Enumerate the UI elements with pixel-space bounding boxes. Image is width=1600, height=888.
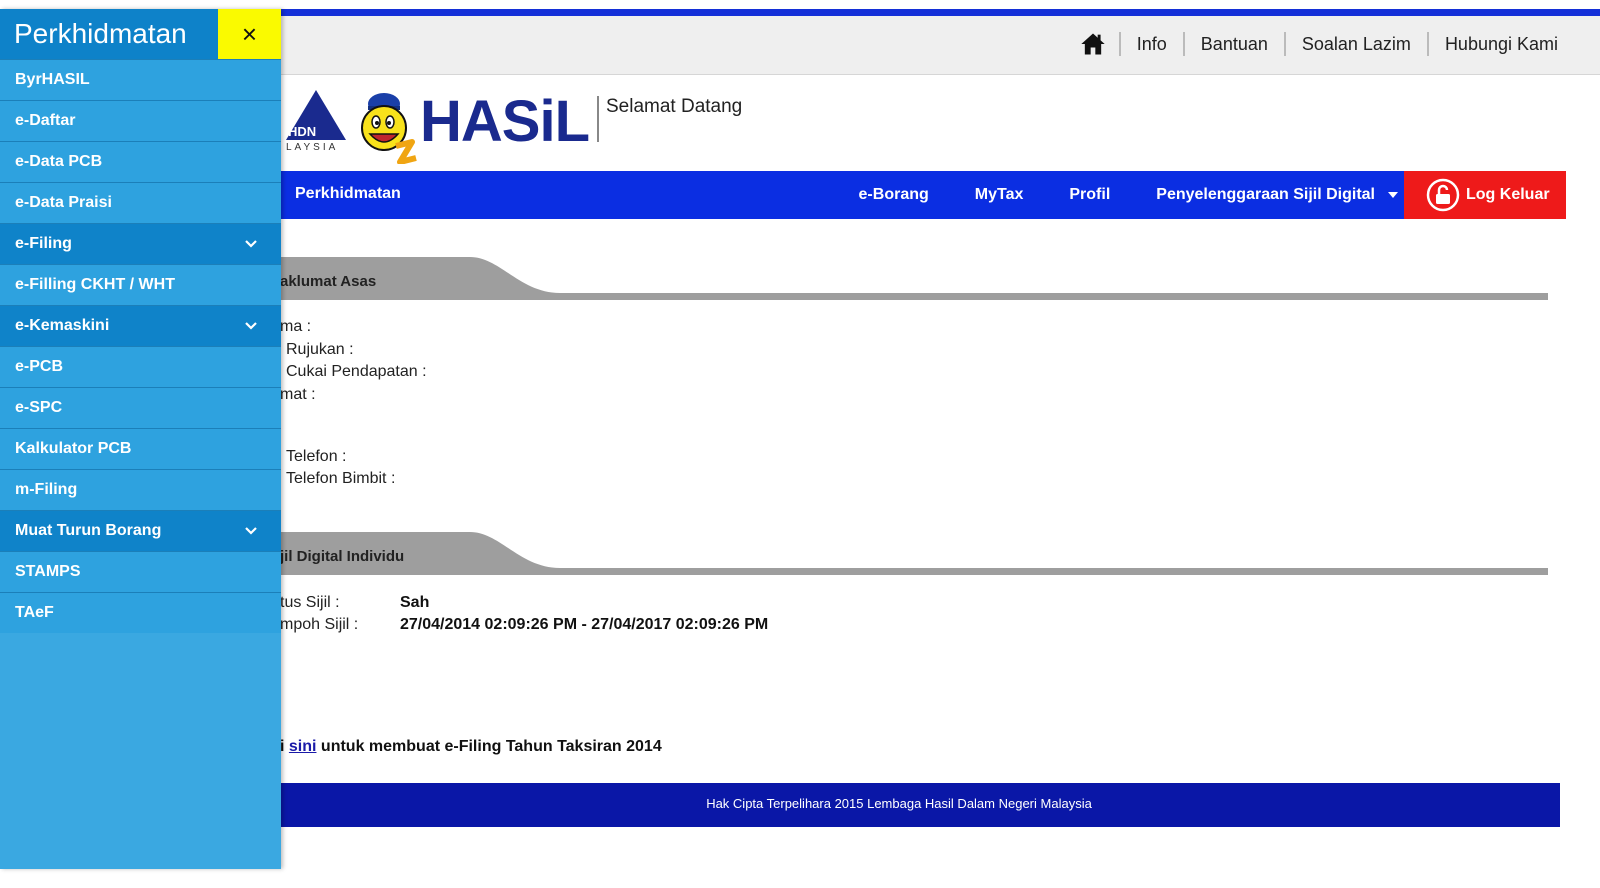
brand-divider <box>597 96 599 142</box>
nav-perkhidmatan[interactable]: Perkhidmatan <box>295 185 401 203</box>
efiling-note: i sini untuk membuat e-Filing Tahun Taks… <box>280 738 662 756</box>
section-title-sijil-digital: jil Digital Individu <box>280 548 405 565</box>
sidebar-item-byrhasil[interactable]: ByrHASIL <box>0 59 281 100</box>
sidebar-item-stamps[interactable]: STAMPS <box>0 551 281 592</box>
field-label-cukai-pendapatan: Cukai Pendapatan : <box>286 363 427 380</box>
chevron-down-icon <box>245 527 257 535</box>
hdn-logo-text: HDN <box>288 124 317 139</box>
field-label-telefon-bimbit: Telefon Bimbit : <box>286 470 396 487</box>
sidebar-item-kalkulator-pcb[interactable]: Kalkulator PCB <box>0 428 281 469</box>
note-link-sini[interactable]: sini <box>289 738 317 755</box>
sidebar-item-label: STAMPS <box>15 563 81 580</box>
sidebar-item-e-filling-ckht-wht[interactable]: e-Filling CKHT / WHT <box>0 264 281 305</box>
sidebar-item-e-filing[interactable]: e-Filing <box>0 223 281 264</box>
sidebar-item-e-pcb[interactable]: e-PCB <box>0 346 281 387</box>
nav-items: e-Borang MyTax Profil Penyelenggaraan Si… <box>813 171 1398 219</box>
close-icon: × <box>241 19 258 49</box>
field-value-status-sijil: Sah <box>400 594 430 611</box>
brand-area: HDN LAYSIA HASiL Selamat Datang <box>286 80 886 170</box>
field-label-alamat: mat : <box>280 386 316 403</box>
top-link-bantuan[interactable]: Bantuan <box>1182 32 1284 56</box>
sidebar-item-muat-turun-borang[interactable]: Muat Turun Borang <box>0 510 281 551</box>
sidebar-item-label: e-SPC <box>15 399 63 416</box>
sidebar-close-button[interactable]: × <box>218 9 281 59</box>
top-link-soalan-lazim[interactable]: Soalan Lazim <box>1283 32 1427 56</box>
top-link-info[interactable]: Info <box>1118 32 1183 56</box>
sidebar-item-e-kemaskini[interactable]: e-Kemaskini <box>0 305 281 346</box>
sidebar-item-m-filing[interactable]: m-Filing <box>0 469 281 510</box>
sidebar-item-label: ByrHASIL <box>15 71 90 88</box>
field-label-rujukan: Rujukan : <box>286 341 354 358</box>
sidebar-item-label: e-PCB <box>15 358 64 375</box>
laysia-logo-text: LAYSIA <box>286 142 339 153</box>
sidebar-title: Perkhidmatan <box>14 18 187 49</box>
sidebar-item-taef[interactable]: TAeF <box>0 592 281 633</box>
home-icon[interactable] <box>1079 30 1107 58</box>
sidebar-header: Perkhidmatan × <box>0 9 281 59</box>
welcome-text: Selamat Datang <box>606 96 743 117</box>
sidebar-menu: ByrHASIL e-Daftar e-Data PCB e-Data Praisi e… <box>0 59 281 633</box>
sidebar-item-label: e-Kemaskini <box>15 317 110 334</box>
nav-profil[interactable]: Profil <box>1069 186 1110 204</box>
sidebar-item-label: e-Daftar <box>15 112 76 129</box>
field-value-tempoh-sijil: 27/04/2014 02:09:26 PM - 27/04/2017 02:0… <box>400 616 769 633</box>
top-link-hubungi-kami[interactable]: Hubungi Kami <box>1426 32 1574 56</box>
sidebar-item-label: Muat Turun Borang <box>15 522 162 539</box>
note-suffix: untuk membuat e-Filing Tahun Taksiran 20… <box>320 738 662 755</box>
sidebar-item-label: TAeF <box>15 604 54 621</box>
lhdn-logo: HDN LAYSIA <box>286 84 346 160</box>
nav-e-borang[interactable]: e-Borang <box>859 186 929 204</box>
caret-down-icon <box>1388 192 1398 198</box>
ezhasil-mascot-icon <box>361 93 417 164</box>
field-label-nama: ma : <box>280 318 312 335</box>
top-links: Info Bantuan Soalan Lazim Hubungi Kami <box>1079 30 1574 58</box>
nav-mytax[interactable]: MyTax <box>975 186 1024 204</box>
chevron-down-icon <box>245 240 257 248</box>
sidebar-item-e-data-pcb[interactable]: e-Data PCB <box>0 141 281 182</box>
sidebar-item-label: e-Filing <box>15 235 72 252</box>
sidebar-item-e-spc[interactable]: e-SPC <box>0 387 281 428</box>
sidebar-item-e-data-praisi[interactable]: e-Data Praisi <box>0 182 281 223</box>
sidebar-item-label: Kalkulator PCB <box>15 440 132 457</box>
field-label-telefon: Telefon : <box>286 448 347 465</box>
logout-label: Log Keluar <box>1466 186 1550 203</box>
nav-penyelenggaraan-label: Penyelenggaraan Sijil Digital <box>1156 186 1375 203</box>
sidebar-item-label: e-Data PCB <box>15 153 103 170</box>
sidebar-item-e-daftar[interactable]: e-Daftar <box>0 100 281 141</box>
chevron-down-icon <box>245 322 257 330</box>
lock-icon <box>1426 178 1460 212</box>
nav-penyelenggaraan-sijil-digital[interactable]: Penyelenggaraan Sijil Digital <box>1156 186 1398 204</box>
field-label-tempoh-sijil: mpoh Sijil : <box>280 616 359 633</box>
ezhasil-logo: HASiL <box>420 89 590 154</box>
logout-button[interactable]: Log Keluar <box>1404 171 1566 219</box>
sidebar-item-label: e-Filling CKHT / WHT <box>15 276 175 293</box>
services-sidebar: Perkhidmatan × ByrHASIL e-Daftar e-Data PC… <box>0 9 281 869</box>
field-label-status-sijil: tus Sijil : <box>280 594 340 611</box>
sidebar-item-label: e-Data Praisi <box>15 194 112 211</box>
sidebar-item-label: m-Filing <box>15 481 78 498</box>
section-title-maklumat-asas: aklumat Asas <box>280 273 377 290</box>
